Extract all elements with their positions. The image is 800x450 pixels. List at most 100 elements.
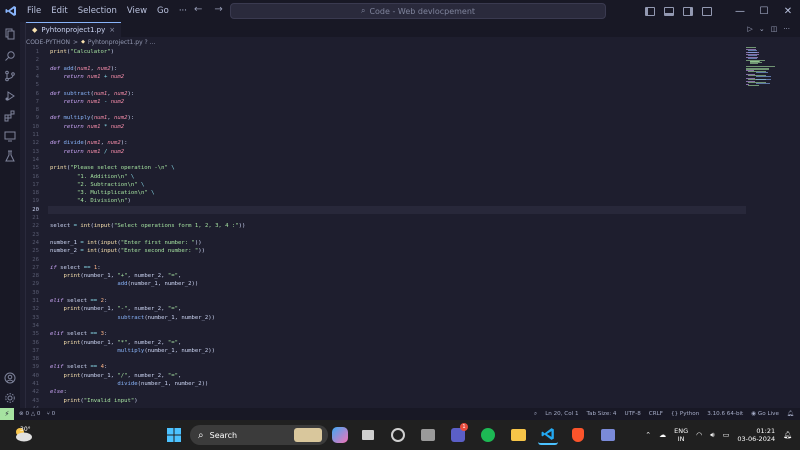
- close-window-icon[interactable]: ✕: [776, 0, 800, 22]
- forward-arrow-icon[interactable]: →: [214, 4, 222, 15]
- code-line[interactable]: 40 print(number_1, "/", number_2, "=",: [26, 372, 746, 380]
- code-line[interactable]: 38: [26, 355, 746, 363]
- close-tab-icon[interactable]: ×: [109, 26, 115, 34]
- command-center[interactable]: ⌕ Code - Web devlocpement: [230, 3, 606, 19]
- code-line[interactable]: 32 print(number_1, "-", number_2, "=",: [26, 305, 746, 313]
- run-debug-icon[interactable]: [4, 90, 16, 102]
- taskbar-search[interactable]: ⌕ Search: [190, 425, 328, 445]
- ports-indicator[interactable]: ⑂ 0: [46, 411, 55, 417]
- task-view-icon[interactable]: [358, 425, 378, 445]
- code-line[interactable]: 2: [26, 56, 746, 64]
- account-icon[interactable]: [4, 372, 16, 384]
- code-line[interactable]: 19 "4. Division\n"): [26, 197, 746, 205]
- search-icon[interactable]: [4, 50, 16, 62]
- code-line[interactable]: 41 divide(number_1, number_2)): [26, 380, 746, 388]
- weather-widget[interactable]: 30°: [12, 425, 34, 443]
- input-language[interactable]: ENG IN: [674, 427, 688, 443]
- remote-indicator-icon[interactable]: ⚡: [0, 408, 14, 420]
- menu-more[interactable]: ···: [174, 6, 192, 16]
- breadcrumb-folder[interactable]: CODE-PYTHON: [26, 39, 70, 46]
- menu-edit[interactable]: Edit: [46, 6, 72, 16]
- tab-pyhtonproject1[interactable]: ◆ Pyhtonproject1.py ×: [26, 22, 122, 37]
- end-of-line[interactable]: CRLF: [649, 411, 663, 417]
- zoom-search-icon[interactable]: ⌕: [534, 411, 537, 418]
- spotify-icon[interactable]: [478, 425, 498, 445]
- code-line[interactable]: 4 return num1 + num2: [26, 73, 746, 81]
- maximize-icon[interactable]: ☐: [752, 0, 776, 22]
- menu-file[interactable]: File: [22, 6, 46, 16]
- code-line[interactable]: 27 if select == 1:: [26, 264, 746, 272]
- go-live-button[interactable]: ◉ Go Live: [751, 411, 779, 417]
- more-actions-icon[interactable]: ···: [783, 25, 790, 33]
- code-line[interactable]: 1 print("Calculator"): [26, 48, 746, 56]
- snipping-tool-icon[interactable]: [598, 425, 618, 445]
- code-line[interactable]: 28 print(number_1, "+", number_2, "=",: [26, 272, 746, 280]
- volume-icon[interactable]: 🔊︎: [710, 431, 714, 440]
- source-control-icon[interactable]: [4, 70, 16, 82]
- show-hidden-icons-icon[interactable]: ⌃: [645, 431, 651, 439]
- code-line[interactable]: 3 def add(num1, num2):: [26, 65, 746, 73]
- code-line[interactable]: 31 elif select == 2:: [26, 297, 746, 305]
- toggle-panel-icon[interactable]: [664, 6, 674, 16]
- python-interpreter[interactable]: 3.10.6 64-bit: [707, 411, 743, 417]
- breadcrumb-file[interactable]: Pyhtonproject1.py ? ...: [88, 39, 155, 46]
- code-line[interactable]: 35 elif select == 3:: [26, 330, 746, 338]
- teams-icon[interactable]: 1: [448, 423, 468, 445]
- file-explorer-icon[interactable]: [508, 425, 528, 445]
- menu-go[interactable]: Go: [152, 6, 174, 16]
- code-line[interactable]: 7 return num1 - num2: [26, 98, 746, 106]
- toggle-sidebar-icon[interactable]: [645, 6, 655, 16]
- run-python-file-icon[interactable]: ▷: [747, 25, 752, 33]
- copilot-icon[interactable]: [332, 427, 348, 443]
- code-line[interactable]: 10 return num1 * num2: [26, 123, 746, 131]
- code-line[interactable]: 16 "1. Addition\n" \: [26, 173, 746, 181]
- code-line[interactable]: 26: [26, 256, 746, 264]
- brave-icon[interactable]: [568, 425, 588, 445]
- menu-view[interactable]: View: [122, 6, 152, 16]
- battery-icon[interactable]: ▭: [723, 431, 730, 439]
- back-arrow-icon[interactable]: ←: [194, 4, 202, 15]
- code-line[interactable]: 11: [26, 131, 746, 139]
- settings-gear-icon[interactable]: [4, 392, 16, 404]
- code-line[interactable]: 43 print("Invalid input"): [26, 397, 746, 405]
- store-icon[interactable]: [418, 425, 438, 445]
- start-button[interactable]: [164, 425, 184, 445]
- code-line[interactable]: 14: [26, 156, 746, 164]
- vertical-scrollbar[interactable]: [792, 47, 800, 408]
- code-line[interactable]: 21: [26, 214, 746, 222]
- toggle-secondary-sidebar-icon[interactable]: [683, 6, 693, 16]
- code-line[interactable]: 6 def subtract(num1, num2):: [26, 90, 746, 98]
- encoding[interactable]: UTF-8: [624, 411, 640, 417]
- explorer-icon[interactable]: [4, 28, 16, 40]
- code-line[interactable]: 13 return num1 / num2: [26, 148, 746, 156]
- code-line[interactable]: 18 "3. Multiplication\n" \: [26, 189, 746, 197]
- code-line[interactable]: 29 add(number_1, number_2)): [26, 280, 746, 288]
- problems-indicator[interactable]: ⊗ 0 △ 0: [19, 411, 40, 417]
- customize-layout-icon[interactable]: [702, 6, 712, 16]
- testing-icon[interactable]: [4, 150, 16, 162]
- code-line[interactable]: 34: [26, 322, 746, 330]
- code-line[interactable]: 12 def divide(num1, num2):: [26, 139, 746, 147]
- extensions-icon[interactable]: [4, 110, 16, 122]
- code-line[interactable]: 24 number_1 = int(input("Enter first numb…: [26, 239, 746, 247]
- code-line[interactable]: 5: [26, 81, 746, 89]
- menu-selection[interactable]: Selection: [73, 6, 122, 16]
- code-line[interactable]: 33 subtract(number_1, number_2)): [26, 314, 746, 322]
- code-line[interactable]: 42 else:: [26, 388, 746, 396]
- code-line[interactable]: 15 print("Please select operation -\n" \: [26, 164, 746, 172]
- clock-app-icon[interactable]: [388, 425, 408, 445]
- minimap[interactable]: [746, 47, 792, 87]
- code-line[interactable]: 17 "2. Subtraction\n" \: [26, 181, 746, 189]
- code-editor[interactable]: 1 print("Calculator") 2 3 def add(num1, num2…: [26, 47, 746, 408]
- run-dropdown-icon[interactable]: ⌄: [759, 25, 765, 33]
- code-line[interactable]: 30: [26, 289, 746, 297]
- code-line[interactable]: 23: [26, 231, 746, 239]
- onedrive-cloud-icon[interactable]: ☁: [659, 431, 666, 439]
- code-line[interactable]: 25 number_2 = int(input("Enter second num…: [26, 247, 746, 255]
- split-editor-icon[interactable]: ◫: [771, 25, 778, 33]
- notifications-bell-icon[interactable]: 🔔︎: [787, 411, 794, 417]
- code-line[interactable]: 9 def multiply(num1, num2):: [26, 114, 746, 122]
- tab-size[interactable]: Tab Size: 4: [587, 411, 617, 417]
- notification-center-icon[interactable]: 🔔︎: [783, 431, 792, 439]
- code-line[interactable]: 22 select = int(input("Select operations …: [26, 222, 746, 230]
